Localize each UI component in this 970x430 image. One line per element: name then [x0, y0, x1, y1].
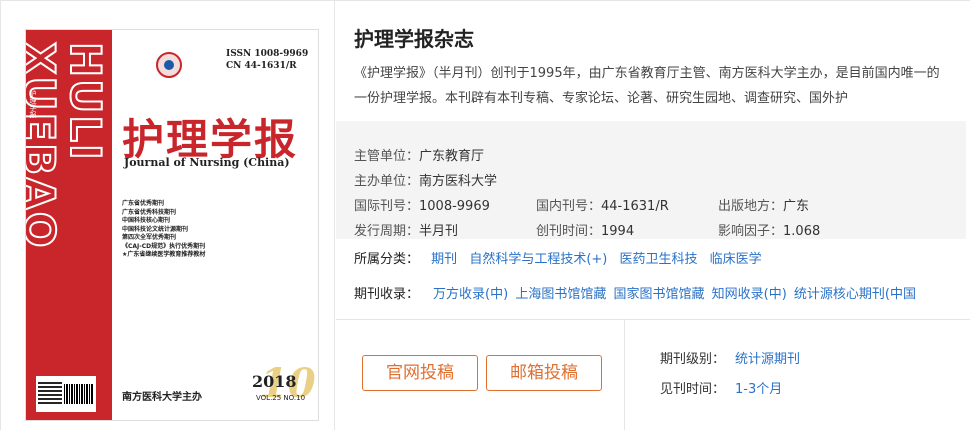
- meta-value-issn: 1008-9969: [419, 199, 490, 214]
- meta-row-place: 出版地方：广东: [718, 195, 809, 214]
- meta-label: 主办单位：: [354, 174, 420, 189]
- category-link[interactable]: 医药卫生科技: [620, 252, 698, 267]
- meta-value-impact: 1.068: [783, 224, 821, 239]
- category-label: 所属分类：: [354, 252, 420, 267]
- collection-link[interactable]: 上海图书馆馆藏: [515, 287, 606, 302]
- email-submit-button[interactable]: 邮箱投稿: [486, 355, 602, 391]
- meta-row-sponsor: 主管单位：广东教育厅: [354, 145, 484, 164]
- cover-honor: 《CAJ-CD规范》执行优秀期刊: [122, 242, 206, 250]
- collection-link[interactable]: 国家图书馆馆藏: [613, 287, 704, 302]
- cover-spine: HULI XUEBAO 护理学报: [25, 30, 112, 420]
- journal-seal-icon: [156, 52, 182, 78]
- cover-honor: 中国科技论文统计源期刊: [122, 225, 189, 233]
- category-link[interactable]: 自然科学与工程技术(+): [469, 252, 607, 267]
- collection-row: 期刊收录： 万方收录(中) 上海图书馆馆藏 国家图书馆馆藏 知网收录(中) 统计源…: [354, 283, 960, 302]
- cover-english-title: Journal of Nursing (China): [124, 156, 290, 169]
- collection-link[interactable]: 统计源核心期刊(中国: [794, 287, 916, 302]
- cover-cn-line: CN 44-1631/R: [226, 61, 297, 71]
- category-row: 所属分类： 期刊 自然科学与工程技术(+) 医药卫生科技 临床医学: [354, 248, 762, 267]
- collection-link[interactable]: 知网收录(中): [712, 287, 787, 302]
- cover-honor: 中国科技核心期刊: [122, 217, 171, 224]
- collection-label: 期刊收录：: [354, 287, 420, 302]
- meta-row-frequency: 发行周期：半月刊: [354, 220, 458, 239]
- section-divider-vertical: [624, 319, 625, 430]
- journal-cover-image[interactable]: HULI XUEBAO 护理学报 ISSN 1008-9969 CN 44-16…: [25, 29, 319, 421]
- meta-label: 国际刊号：: [354, 199, 420, 214]
- cover-honor: 广东省优秀科技期刊: [122, 208, 177, 216]
- cover-publisher: 南方医科大学主办: [122, 392, 202, 403]
- meta-label: 主管单位：: [354, 149, 420, 164]
- journal-card: HULI XUEBAO 护理学报 ISSN 1008-9969 CN 44-16…: [0, 0, 970, 430]
- meta-label: 创刊时间：: [536, 224, 602, 239]
- publication-time-value[interactable]: 1-3个月: [735, 382, 782, 397]
- journal-description: 《护理学报》（半月刊）创刊于1995年，由广东省教育厅主管、南方医科大学主办，是…: [354, 66, 940, 106]
- journal-level: 期刊级别： 统计源期刊: [660, 348, 800, 367]
- meta-value-place: 广东: [783, 199, 810, 214]
- cover-honor: 广东省优秀期刊: [122, 200, 165, 207]
- meta-row-cn: 国内刊号：44-1631/R: [536, 195, 669, 214]
- journal-info-panel: 护理学报杂志 《护理学报》（半月刊）创刊于1995年，由广东省教育厅主管、南方医…: [336, 1, 970, 430]
- meta-label: 国内刊号：: [536, 199, 602, 214]
- journal-level-value[interactable]: 统计源期刊: [735, 352, 800, 367]
- meta-label: 影响因子：: [718, 224, 784, 239]
- cover-honor: 第四次全军优秀期刊: [122, 234, 177, 241]
- cover-spine-minor: 护理学报: [29, 90, 37, 118]
- publication-time: 见刊时间： 1-3个月: [660, 378, 782, 397]
- cover-panel: HULI XUEBAO 护理学报 ISSN 1008-9969 CN 44-16…: [0, 1, 335, 430]
- barcode-icon: [64, 384, 94, 404]
- meta-row-issn: 国际刊号：1008-9969: [354, 195, 490, 214]
- meta-value-frequency: 半月刊: [419, 224, 459, 239]
- meta-value-sponsor: 广东教育厅: [419, 149, 485, 164]
- journal-title[interactable]: 护理学报杂志: [354, 23, 474, 52]
- cover-honors-list: 广东省优秀期刊 广东省优秀科技期刊 中国科技核心期刊 中国科技论文统计源期刊 第…: [122, 200, 205, 260]
- cover-spine-text: HULI XUEBAO: [25, 41, 111, 250]
- journal-level-label: 期刊级别：: [660, 352, 726, 367]
- meta-row-host: 主办单位：南方医科大学: [354, 170, 497, 189]
- meta-label: 出版地方：: [718, 199, 784, 214]
- cover-issn-line: ISSN 1008-9969: [226, 49, 309, 59]
- category-link[interactable]: 期刊: [431, 252, 457, 267]
- meta-row-founded: 创刊时间：1994: [536, 220, 634, 239]
- meta-value-founded: 1994: [601, 224, 635, 239]
- meta-row-impact: 影响因子：1.068: [718, 220, 820, 239]
- meta-value-cn: 44-1631/R: [601, 199, 669, 214]
- collection-link[interactable]: 万方收录(中): [433, 287, 508, 302]
- section-divider: [336, 319, 970, 320]
- cover-honor: ★广东省继续医学教育推荐教材: [122, 251, 206, 258]
- cover-volume: VOL.25 NO.10: [256, 394, 306, 402]
- category-link[interactable]: 临床医学: [710, 252, 762, 267]
- meta-value-host: 南方医科大学: [419, 174, 498, 189]
- cover-barcode: [36, 376, 96, 412]
- official-submit-button[interactable]: 官网投稿: [362, 355, 478, 391]
- meta-label: 发行周期：: [354, 224, 420, 239]
- publication-time-label: 见刊时间：: [660, 382, 726, 397]
- cover-year: 2018: [252, 372, 297, 391]
- cover-issn: ISSN 1008-9969 CN 44-1631/R: [226, 48, 308, 72]
- qr-code-icon: [38, 380, 62, 404]
